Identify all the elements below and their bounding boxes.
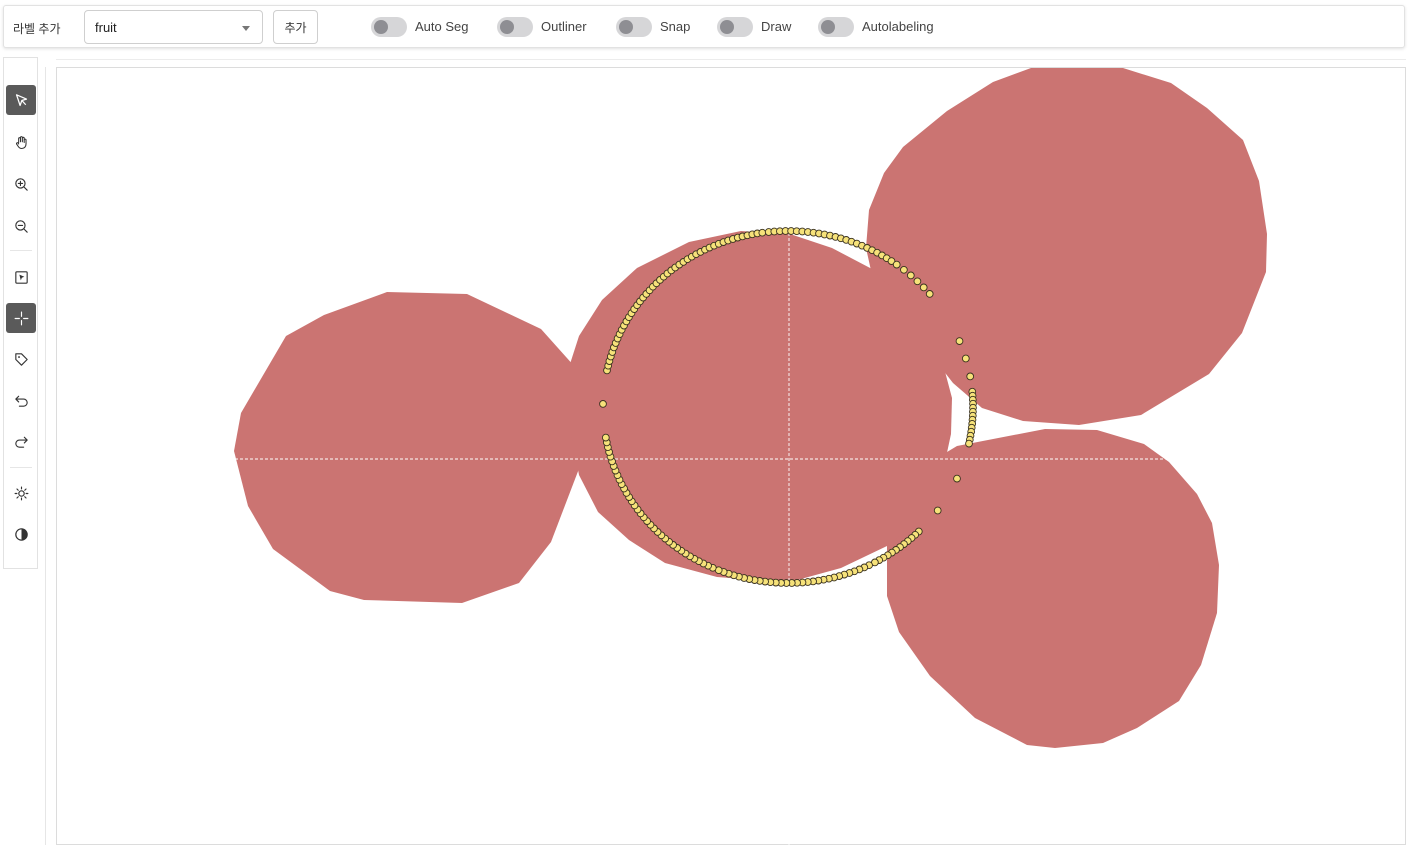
zoom-in-tool[interactable] <box>6 169 36 199</box>
vertex-handle[interactable] <box>906 271 915 280</box>
select-box-tool[interactable] <box>6 262 36 292</box>
brightness-button[interactable] <box>6 478 36 508</box>
select-pointer-tool[interactable] <box>6 85 36 115</box>
vertex-handle[interactable] <box>913 277 922 286</box>
select-box-icon <box>14 270 28 284</box>
redo-button[interactable] <box>6 426 36 456</box>
canvas-frame-line <box>45 67 46 845</box>
vertex-handle[interactable] <box>758 228 767 237</box>
undo-button[interactable] <box>6 385 36 415</box>
pan-tool[interactable] <box>6 127 36 157</box>
toggle-knob <box>500 20 514 34</box>
pan-hand-icon <box>15 135 27 149</box>
chevron-down-icon <box>242 26 250 31</box>
vertex-handle[interactable] <box>955 337 964 345</box>
contrast-icon <box>14 527 28 541</box>
toggle-knob <box>619 20 633 34</box>
crosshair-tool[interactable] <box>6 303 36 333</box>
toggle-knob <box>720 20 734 34</box>
outliner-toggle-label: Outliner <box>541 19 587 34</box>
polygon-layer <box>234 68 1267 748</box>
toggle-knob <box>821 20 835 34</box>
tool-rail <box>3 57 38 569</box>
autolabeling-toggle-label: Autolabeling <box>862 19 934 34</box>
vertex-handle[interactable] <box>892 260 901 269</box>
draw-toggle-label: Draw <box>761 19 792 34</box>
label-select-dropdown[interactable]: fruit <box>84 10 263 44</box>
tag-icon <box>14 352 28 366</box>
label-select-value: fruit <box>95 20 117 35</box>
label-add-caption: 라벨 추가 <box>13 22 61 36</box>
snap-toggle-label: Snap <box>660 19 691 34</box>
select-pointer-icon <box>15 93 27 106</box>
auto-seg-toggle-label: Auto Seg <box>415 19 469 34</box>
vertex-handle[interactable] <box>599 400 607 408</box>
vertex-handle[interactable] <box>953 474 961 483</box>
canvas-frame-line <box>56 59 1406 60</box>
vertex-handle[interactable] <box>919 283 928 292</box>
vertex-handle[interactable] <box>925 290 934 298</box>
contrast-button[interactable] <box>6 519 36 549</box>
fruit-polygon-left[interactable] <box>234 292 585 603</box>
tool-divider <box>10 467 32 468</box>
vertex-handle[interactable] <box>933 506 942 515</box>
vertex-handle[interactable] <box>900 265 908 274</box>
undo-icon <box>14 395 28 407</box>
annotation-canvas[interactable] <box>56 67 1406 846</box>
canvas-svg <box>234 68 1267 846</box>
top-toolbar: 라벨 추가 fruit 추가 Auto Seg Outliner Snap Dr… <box>3 5 1405 48</box>
zoom-out-icon <box>14 219 28 233</box>
vertex-handle[interactable] <box>966 372 975 381</box>
toggle-knob <box>374 20 388 34</box>
label-tag-tool[interactable] <box>6 344 36 374</box>
redo-icon <box>14 436 28 448</box>
add-label-button[interactable]: 추가 <box>273 10 318 44</box>
tool-divider <box>10 250 32 251</box>
vertex-handle[interactable] <box>601 433 610 442</box>
brightness-icon <box>14 486 28 500</box>
vertex-handle[interactable] <box>965 439 973 448</box>
zoom-in-icon <box>14 177 28 191</box>
crosshair-icon <box>14 311 28 325</box>
vertex-handle[interactable] <box>961 354 970 363</box>
zoom-out-tool[interactable] <box>6 211 36 241</box>
